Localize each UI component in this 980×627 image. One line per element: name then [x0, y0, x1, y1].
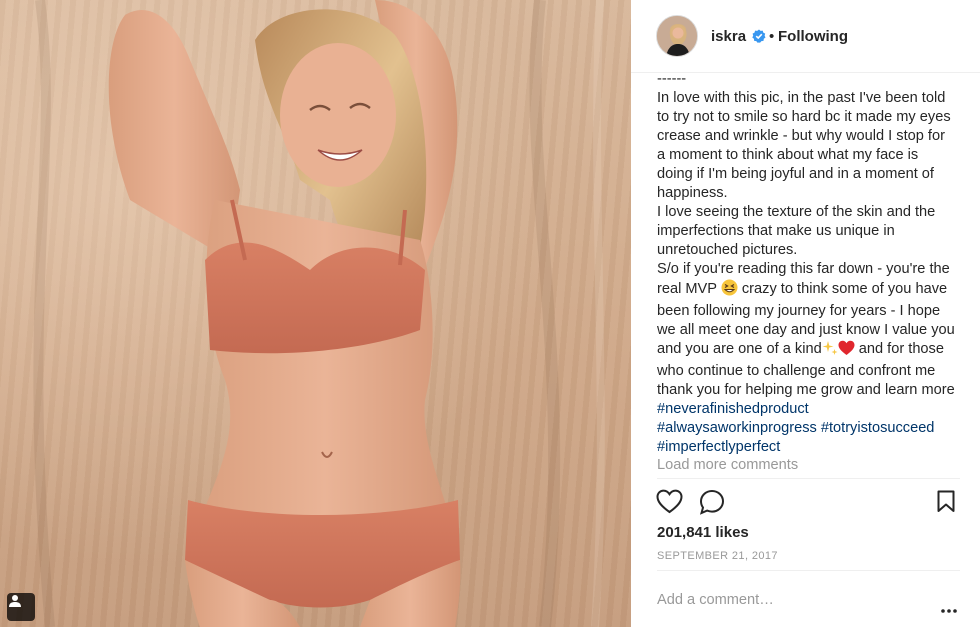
hashtag-link[interactable]: #imperfectlyperfect — [657, 438, 967, 457]
caption-line: to try not to smile so hard bc it made m… — [657, 109, 951, 125]
caption-line: unretouched pictures. — [657, 242, 798, 258]
sparkles-emoji-icon — [822, 340, 838, 362]
caption-line-kind: and you are one of a kind and for those — [657, 340, 967, 362]
likes-count[interactable]: 201,841 likes — [657, 524, 749, 541]
post-caption: ------ In love with this pic, in the pas… — [657, 70, 967, 457]
caption-text: real MVP — [657, 281, 717, 297]
post-image[interactable] — [0, 0, 631, 627]
hashtag-link[interactable]: #alwaysaworkinprogress — [657, 420, 817, 436]
header-separator: • — [769, 28, 775, 45]
more-options-icon[interactable] — [941, 600, 957, 613]
red-heart-emoji-icon — [838, 340, 855, 362]
bookmark-icon[interactable] — [937, 490, 955, 518]
divider — [657, 570, 960, 571]
load-more-comments-link[interactable]: Load more comments — [657, 457, 798, 473]
add-comment-input[interactable] — [657, 588, 917, 612]
person-tag-icon[interactable] — [7, 593, 35, 621]
username[interactable]: iskra — [711, 28, 746, 45]
caption-line: we all meet one day and just know I valu… — [657, 322, 955, 338]
post-date: SEPTEMBER 21, 2017 — [657, 550, 778, 562]
divider — [657, 478, 960, 479]
hashtag-link[interactable]: #neverafinishedproduct — [657, 400, 967, 419]
caption-text: and you are one of a kind — [657, 341, 822, 357]
caption-line: doing if I'm being joyful and in a momen… — [657, 166, 934, 182]
caption-line: S/o if you're reading this far down - yo… — [657, 261, 950, 277]
comment-bubble-icon[interactable] — [699, 489, 725, 520]
caption-line: a moment to think about what my face is — [657, 147, 919, 163]
avatar[interactable] — [656, 15, 698, 57]
caption-text: crazy to think some of you have — [737, 281, 948, 297]
caption-line: happiness. — [657, 185, 728, 201]
caption-line: I love seeing the texture of the skin an… — [657, 204, 936, 220]
caption-line: In love with this pic, in the past I've … — [657, 90, 946, 106]
post-header: iskra • Following — [631, 0, 980, 73]
hashtag-line: #alwaysaworkinprogress #totryistosucceed — [657, 419, 967, 438]
caption-line: crease and wrinkle - but why would I sto… — [657, 128, 945, 144]
caption-line: thank you for helping me grow and learn … — [657, 382, 955, 398]
post-photo-illustration — [33, 0, 605, 627]
caption-line: who continue to challenge and confront m… — [657, 363, 936, 379]
following-button[interactable]: Following — [778, 28, 848, 45]
heart-icon[interactable] — [656, 489, 683, 519]
caption-line-mvp: real MVP crazy to think some of you have — [657, 279, 967, 302]
caption-line: been following my journey for years - I … — [657, 303, 941, 319]
verified-badge-icon — [752, 29, 766, 43]
hashtag-link[interactable]: #totryistosucceed — [821, 420, 935, 436]
grinning-squinting-emoji-icon — [721, 279, 738, 302]
caption-line: imperfections that make us unique in — [657, 223, 895, 239]
post-side-panel: iskra • Following ------ In love with th… — [631, 0, 980, 627]
caption-line: ------ — [657, 71, 687, 87]
caption-text: and for those — [854, 341, 944, 357]
